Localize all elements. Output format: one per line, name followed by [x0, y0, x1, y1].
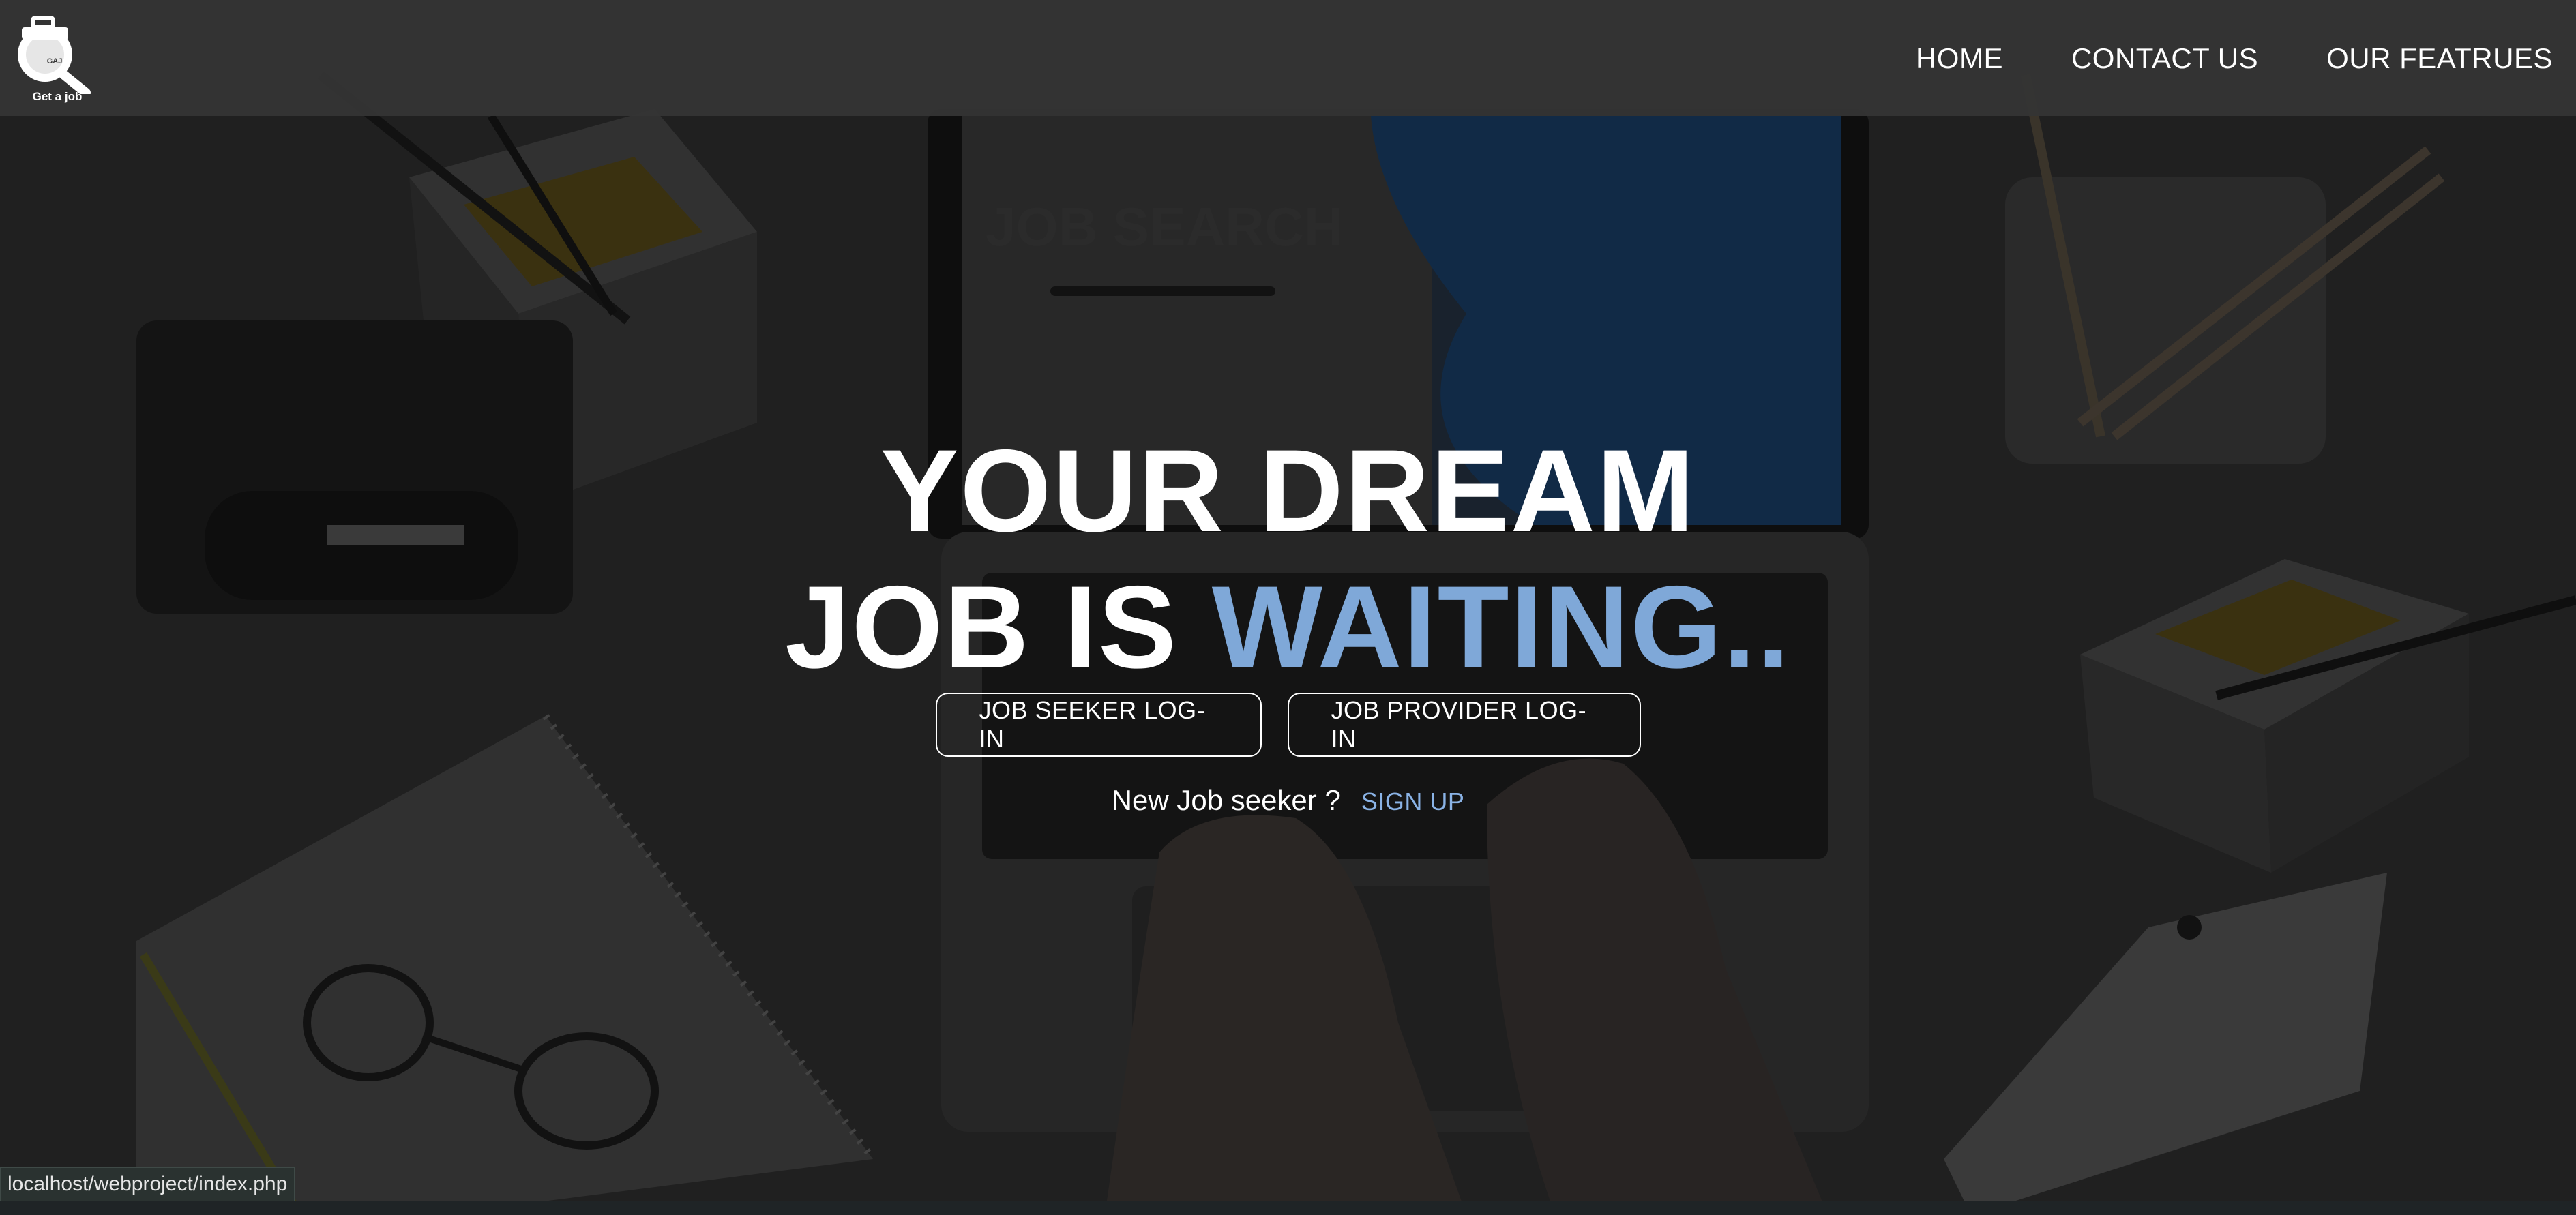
- job-seeker-login-button[interactable]: JOB SEEKER LOG-IN: [935, 693, 1262, 757]
- login-buttons: JOB SEEKER LOG-IN JOB PROVIDER LOG-IN: [0, 693, 2576, 757]
- top-navbar: GAJ Get a job HOME CONTACT US OUR FEATRU…: [0, 0, 2576, 116]
- job-provider-login-button[interactable]: JOB PROVIDER LOG-IN: [1287, 693, 1641, 757]
- status-bar-url: localhost/webproject/index.php: [0, 1167, 295, 1201]
- new-seeker-prompt: New Job seeker ?: [1111, 784, 1341, 816]
- hero-heading: YOUR DREAM JOB IS WAITING..: [0, 423, 2576, 695]
- logo-text: Get a job: [32, 90, 83, 103]
- signup-row: New Job seeker ? SIGN UP: [0, 784, 2576, 817]
- nav-contact-us[interactable]: CONTACT US: [2071, 42, 2258, 75]
- hero-line-2: JOB IS WAITING..: [0, 559, 2576, 695]
- hero-line-1: YOUR DREAM: [880, 425, 1696, 556]
- hero-line-2-accent: WAITING..: [1211, 562, 1792, 693]
- bottom-strip: [0, 1201, 2576, 1215]
- logo-mark: GAJ: [46, 57, 63, 65]
- laptop-screen-text: JOB SEARCH: [986, 196, 1344, 257]
- briefcase-magnifier-icon: [18, 16, 91, 97]
- main-nav: HOME CONTACT US OUR FEATRUES: [1916, 42, 2553, 75]
- signup-link[interactable]: SIGN UP: [1361, 787, 1465, 815]
- hero-line-2-plain: JOB IS: [784, 562, 1212, 693]
- site-logo[interactable]: GAJ Get a job: [10, 12, 93, 108]
- nav-our-features[interactable]: OUR FEATRUES: [2326, 42, 2553, 75]
- nav-home[interactable]: HOME: [1916, 42, 2003, 75]
